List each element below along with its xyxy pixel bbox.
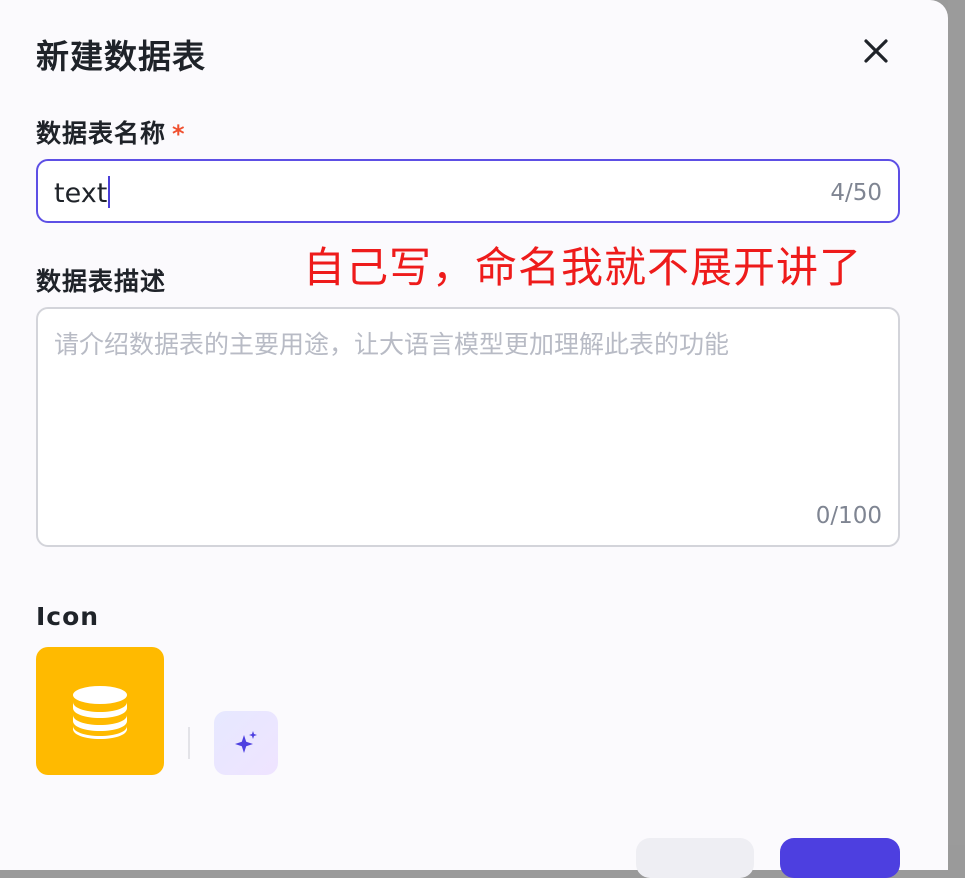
required-asterisk: * xyxy=(172,120,186,148)
description-char-counter: 0/100 xyxy=(815,503,882,529)
table-icon-picker[interactable] xyxy=(36,647,164,775)
sparkle-icon xyxy=(235,731,257,753)
text-caret xyxy=(108,176,111,208)
table-description-label: 数据表描述 xyxy=(36,262,166,298)
table-description-label-text: 数据表描述 xyxy=(36,267,167,296)
table-name-input[interactable]: text 4/50 xyxy=(36,159,900,223)
ai-generate-icon-button[interactable] xyxy=(214,711,278,775)
table-name-char-counter: 4/50 xyxy=(830,180,882,206)
close-icon xyxy=(864,39,888,63)
close-button[interactable] xyxy=(857,32,895,70)
table-name-label-text: 数据表名称 xyxy=(36,119,167,148)
divider xyxy=(188,727,190,759)
table-name-text: text xyxy=(54,178,108,209)
description-placeholder: 请介绍数据表的主要用途，让大语言模型更加理解此表的功能 xyxy=(54,330,730,359)
red-annotation-text: 自己写，命名我就不展开讲了 xyxy=(303,243,863,292)
cancel-button[interactable] xyxy=(636,838,754,878)
icon-section-label-text: Icon xyxy=(36,602,100,631)
dialog-title: 新建数据表 xyxy=(36,37,206,76)
icon-section-label: Icon xyxy=(36,602,99,631)
table-name-label: 数据表名称 * xyxy=(36,114,186,150)
page-scrollbar-backdrop xyxy=(948,0,965,845)
database-icon xyxy=(73,686,127,739)
table-description-textarea[interactable]: 请介绍数据表的主要用途，让大语言模型更加理解此表的功能 0/100 xyxy=(36,307,900,547)
create-table-dialog: 新建数据表 数据表名称 * text 4/50 自己写，命名我就不展开讲了 数据表… xyxy=(0,0,948,878)
confirm-button[interactable] xyxy=(780,838,900,878)
table-name-value[interactable]: text xyxy=(54,176,111,209)
